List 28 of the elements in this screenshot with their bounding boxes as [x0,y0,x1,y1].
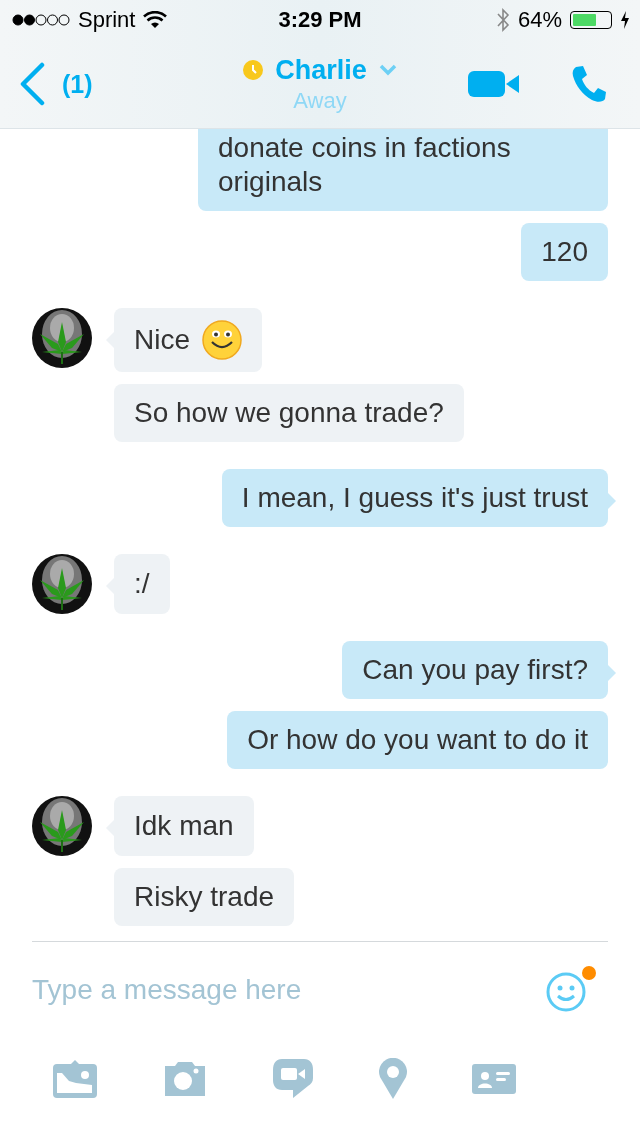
bluetooth-icon [495,8,510,32]
message-input[interactable]: Type a message here [32,974,452,1006]
contact-name[interactable]: Charlie [275,54,367,86]
video-call-icon[interactable] [468,71,520,97]
carrier-name: Sprint [78,7,136,33]
wifi-icon [143,11,168,29]
sent-message: 120 [521,223,608,281]
contact-card-icon[interactable] [472,1064,516,1094]
battery-icon [570,11,612,29]
video-message-icon[interactable] [272,1058,314,1100]
back-button[interactable]: (1) [18,62,93,106]
location-pin-icon[interactable] [378,1058,408,1100]
charging-icon [620,11,630,29]
received-message: So how we gonna trade? [114,384,464,442]
sent-message: donate coins in factions originals [198,129,608,211]
back-chevron-icon[interactable] [18,62,46,106]
received-message: Risky trade [114,868,295,926]
phone-icon[interactable] [570,64,608,104]
clock-time: 3:29 PM [278,7,362,33]
away-clock-icon [243,60,264,80]
smiley-icon [202,320,242,360]
presence-status: Away [293,87,347,114]
battery-percent: 64% [517,7,562,33]
sent-message: Or how do you want to do it [227,711,608,769]
camera-icon[interactable] [162,1061,208,1097]
chevron-down-icon[interactable] [378,64,397,76]
photo-icon[interactable] [52,1059,98,1099]
signal-icon [12,13,70,27]
